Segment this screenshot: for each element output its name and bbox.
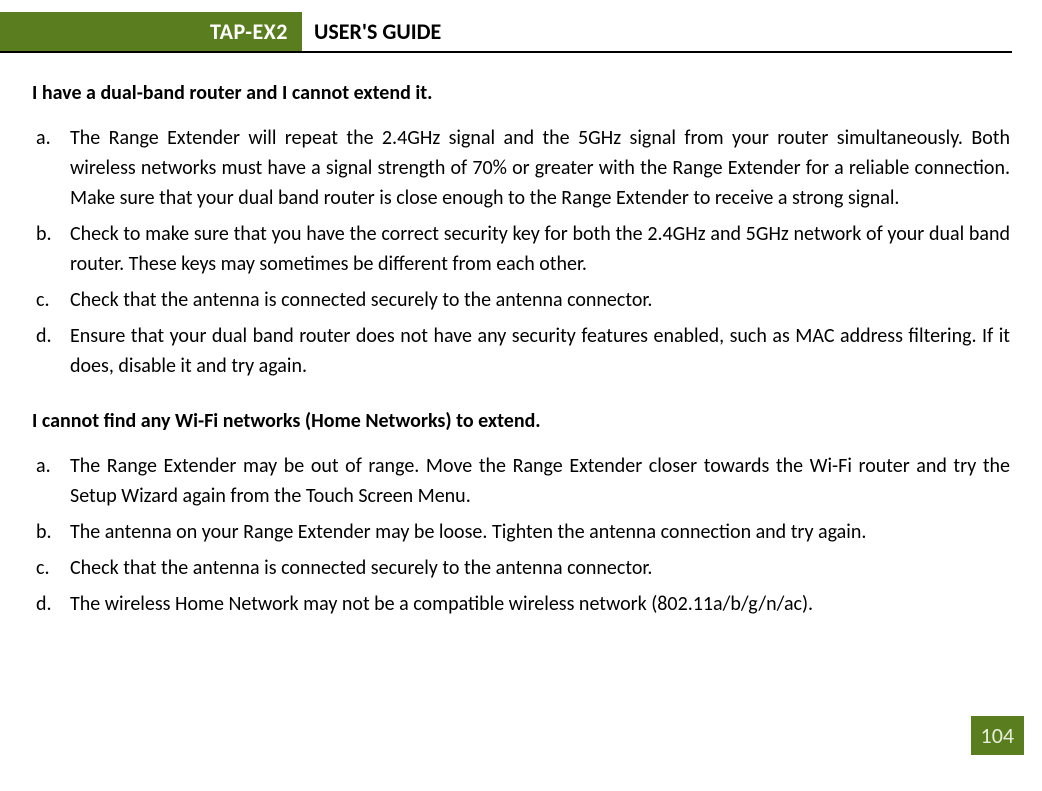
- list-item: d. The wireless Home Network may not be …: [70, 589, 1010, 619]
- list-text: Ensure that your dual band router does n…: [70, 324, 1010, 378]
- list-text: Check that the antenna is connected secu…: [70, 556, 652, 580]
- list-marker: c.: [36, 553, 50, 583]
- product-badge: TAP-EX2: [0, 12, 302, 51]
- page-content: I have a dual-band router and I cannot e…: [0, 53, 1042, 619]
- list-marker: b.: [36, 517, 52, 547]
- list-marker: c.: [36, 285, 50, 315]
- list-text: Check to make sure that you have the cor…: [70, 222, 1010, 276]
- list-text: The wireless Home Network may not be a c…: [70, 592, 813, 616]
- list-text: Check that the antenna is connected secu…: [70, 288, 652, 312]
- faq-heading-2: I cannot find any Wi-Fi networks (Home N…: [32, 409, 1010, 433]
- list-marker: a.: [36, 123, 51, 153]
- faq-heading-1: I have a dual-band router and I cannot e…: [32, 81, 1010, 105]
- list-text: The antenna on your Range Extender may b…: [70, 520, 866, 544]
- list-item: a. The Range Extender may be out of rang…: [70, 451, 1010, 511]
- page-number: 104: [971, 716, 1024, 755]
- list-text: The Range Extender may be out of range. …: [70, 454, 1010, 508]
- page-number-container: 104: [971, 716, 1024, 755]
- list-item: c. Check that the antenna is connected s…: [70, 553, 1010, 583]
- list-item: b. Check to make sure that you have the …: [70, 219, 1010, 279]
- list-marker: a.: [36, 451, 51, 481]
- list-item: c. Check that the antenna is connected s…: [70, 285, 1010, 315]
- list-item: b. The antenna on your Range Extender ma…: [70, 517, 1010, 547]
- page-header: TAP-EX2 USER'S GUIDE: [0, 0, 1012, 53]
- guide-title-text: USER'S GUIDE: [314, 18, 441, 45]
- list-text: The Range Extender will repeat the 2.4GH…: [70, 126, 1010, 210]
- guide-title: USER'S GUIDE: [302, 12, 441, 51]
- product-code: TAP-EX2: [210, 18, 288, 45]
- list-item: a. The Range Extender will repeat the 2.…: [70, 123, 1010, 213]
- list-marker: d.: [36, 589, 52, 619]
- faq-list-2: a. The Range Extender may be out of rang…: [32, 451, 1010, 619]
- list-item: d. Ensure that your dual band router doe…: [70, 321, 1010, 381]
- faq-list-1: a. The Range Extender will repeat the 2.…: [32, 123, 1010, 381]
- list-marker: b.: [36, 219, 52, 249]
- list-marker: d.: [36, 321, 52, 351]
